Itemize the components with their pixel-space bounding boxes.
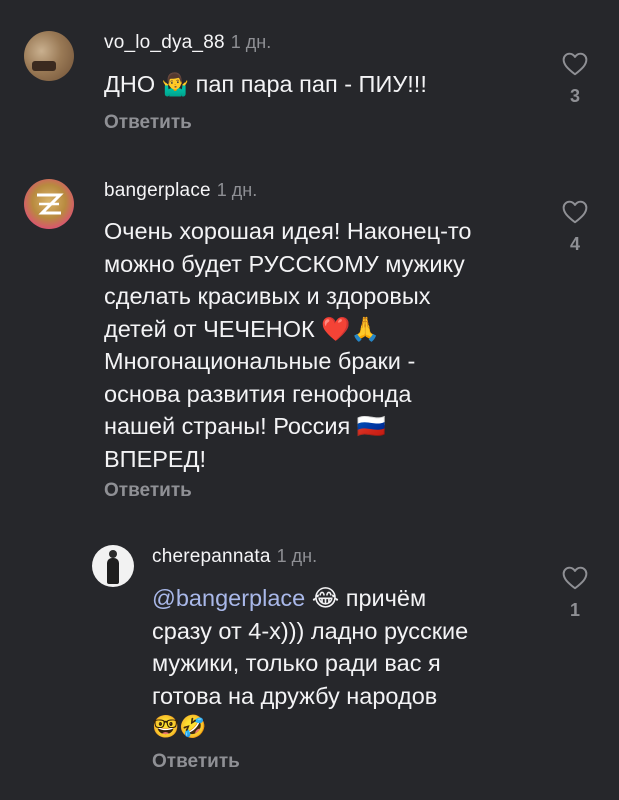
comment-3-reply: cherepannata 1 дн. @bangerplace 😂 причём … bbox=[0, 530, 619, 790]
mention-link[interactable]: @bangerplace bbox=[152, 585, 305, 611]
comment-text: @bangerplace 😂 причём сразу от 4-х))) ла… bbox=[152, 585, 469, 740]
heart-outline-icon bbox=[562, 566, 588, 590]
username[interactable]: vo_lo_dya_88 bbox=[104, 32, 225, 53]
avatar[interactable] bbox=[92, 545, 134, 587]
reply-button[interactable]: Ответить bbox=[104, 480, 192, 502]
heart-outline-icon bbox=[562, 200, 588, 224]
like-count: 4 bbox=[569, 234, 580, 254]
like-button[interactable]: 1 bbox=[560, 566, 590, 621]
comment-meta: vo_lo_dya_88 1 дн. bbox=[104, 32, 271, 54]
username[interactable]: bangerplace bbox=[104, 180, 211, 201]
logo-icon bbox=[37, 193, 64, 215]
reply-button[interactable]: Ответить bbox=[152, 751, 240, 773]
avatar[interactable] bbox=[24, 179, 74, 229]
like-count: 3 bbox=[569, 86, 580, 106]
reply-button[interactable]: Ответить bbox=[104, 112, 192, 134]
comment-2: bangerplace 1 дн. Очень хорошая идея! Нак… bbox=[0, 160, 619, 510]
like-button[interactable]: 4 bbox=[560, 200, 590, 255]
heart-outline-icon bbox=[562, 52, 588, 76]
comment-1: vo_lo_dya_88 1 дн. ДНО 🤷‍♂️ пап пара пап … bbox=[0, 0, 619, 150]
comment-text: Очень хорошая идея! Наконец-то можно буд… bbox=[104, 218, 472, 472]
comment-text: ДНО 🤷‍♂️ пап пара пап - ПИУ!!! bbox=[104, 71, 427, 98]
like-count: 1 bbox=[569, 600, 580, 620]
timestamp: 1 дн. bbox=[230, 32, 272, 52]
shrug-emoji: 🤷‍♂️ bbox=[161, 73, 190, 98]
username[interactable]: cherepannata bbox=[152, 546, 271, 567]
like-button[interactable]: 3 bbox=[560, 52, 590, 107]
avatar[interactable] bbox=[24, 31, 74, 81]
timestamp: 1 дн. bbox=[276, 546, 318, 566]
comment-meta: cherepannata 1 дн. bbox=[152, 546, 317, 568]
timestamp: 1 дн. bbox=[216, 180, 258, 200]
comment-meta: bangerplace 1 дн. bbox=[104, 180, 257, 202]
